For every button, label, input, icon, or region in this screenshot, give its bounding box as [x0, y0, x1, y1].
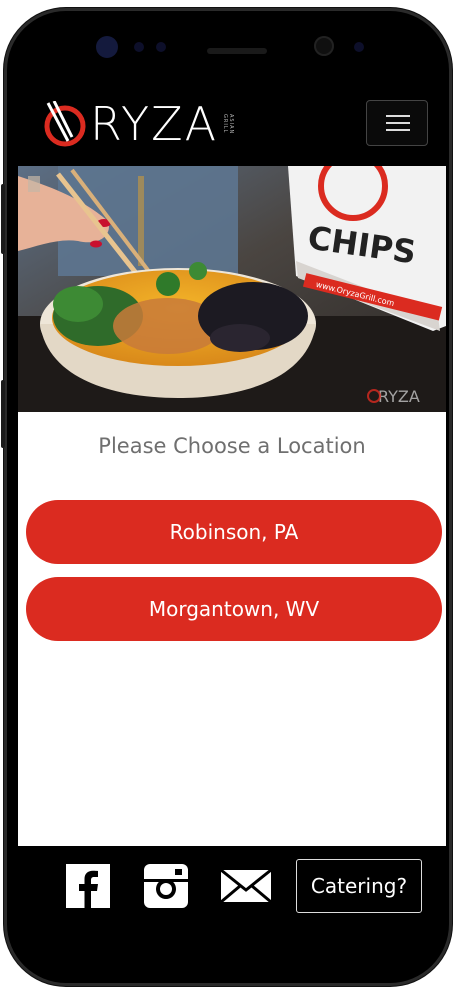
- hamburger-menu-button[interactable]: [366, 100, 428, 146]
- earpiece-speaker: [207, 48, 267, 54]
- hero-food-image: CHIPS www.OryzaGrill.com RYZA: [18, 166, 446, 412]
- logo-wordmark: RYZA: [90, 97, 219, 151]
- sensor-dot: [156, 42, 166, 52]
- hero-watermark: RYZA: [378, 387, 420, 406]
- top-nav-bar: RYZA ASIAN GRILL: [18, 82, 446, 166]
- oryza-logo[interactable]: RYZA ASIAN GRILL: [42, 96, 234, 152]
- location-button-robinson[interactable]: Robinson, PA: [26, 500, 442, 564]
- logo-tagline: ASIAN GRILL: [222, 113, 235, 135]
- sensor-dot: [354, 42, 364, 52]
- front-camera: [314, 36, 334, 56]
- menu-line-icon: [386, 129, 410, 131]
- bixby-button: [1, 380, 5, 448]
- catering-button[interactable]: Catering?: [296, 859, 422, 913]
- mail-icon[interactable]: [220, 864, 272, 908]
- volume-button: [1, 184, 5, 254]
- location-button-morgantown[interactable]: Morgantown, WV: [26, 577, 442, 641]
- sensor-dot: [96, 36, 118, 58]
- page-subtitle: Please Choose a Location: [98, 434, 366, 458]
- facebook-icon[interactable]: [66, 864, 110, 908]
- app-screen: RYZA ASIAN GRILL CHIPS www.OryzaGrill.co…: [18, 82, 446, 942]
- menu-line-icon: [386, 115, 410, 117]
- instagram-icon[interactable]: [144, 864, 188, 908]
- menu-line-icon: [386, 122, 410, 124]
- footer-bar: Catering?: [18, 846, 446, 942]
- sensor-dot: [134, 42, 144, 52]
- logo-o-chopsticks-icon: [42, 100, 88, 147]
